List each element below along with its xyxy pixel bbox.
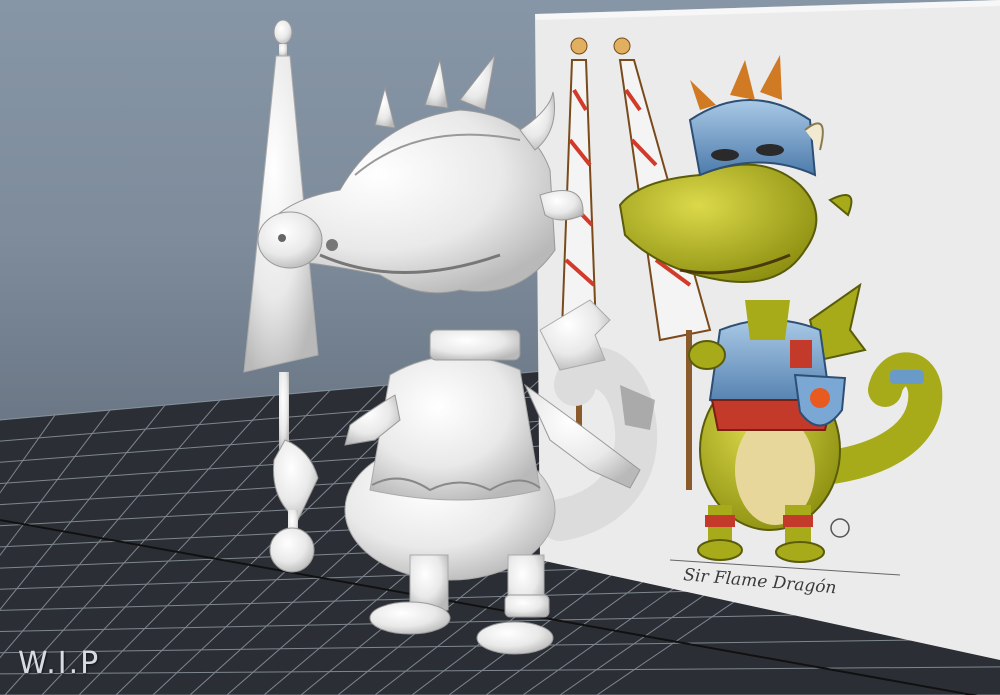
wip-watermark: W.I.P [18, 646, 101, 681]
3d-viewport[interactable]: Sir Flame Dragón W.I.P [0, 0, 1000, 695]
viewport-scene: Sir Flame Dragón [0, 0, 1000, 695]
